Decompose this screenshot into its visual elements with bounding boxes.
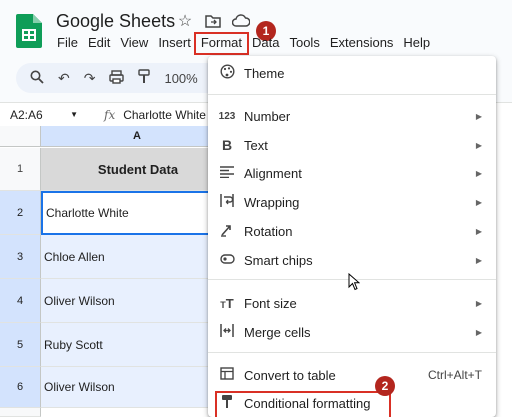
cell-a3[interactable]: Chloe Allen [41,235,233,279]
font-size-icon: TT [220,295,234,311]
undo-icon[interactable]: ↶ [58,70,70,87]
menu-edit[interactable]: Edit [83,34,115,52]
format-menu: Theme 123 Number ▶ B Text ▶ Alignment ▶ … [208,56,496,417]
document-title[interactable]: Google Sheets [56,11,175,32]
submenu-arrow-icon: ▶ [475,111,482,121]
menu-item-label: Convert to table [244,367,336,383]
bold-icon: B [221,137,233,153]
palette-icon [218,64,236,82]
menu-extensions[interactable]: Extensions [325,34,399,52]
menu-item-text[interactable]: B Text ▶ [208,132,496,158]
name-box[interactable]: A2:A6 ▼ [0,108,84,122]
menu-item-rotation[interactable]: Rotation ▶ [208,218,496,244]
submenu-arrow-icon: ▶ [475,140,482,150]
menu-item-number[interactable]: 123 Number ▶ [208,103,496,129]
menu-item-smart-chips[interactable]: Smart chips ▶ [208,247,496,273]
column-header-a[interactable]: A [41,126,233,147]
submenu-arrow-icon: ▶ [475,168,482,178]
merge-cells-icon [218,324,236,340]
row-header[interactable]: 4 [0,279,41,323]
smart-chip-icon [218,253,236,268]
menu-tools[interactable]: Tools [284,34,324,52]
google-sheets-logo-icon [16,14,42,48]
redo-icon[interactable]: ↷ [84,70,96,87]
menu-format[interactable]: Format [193,32,250,55]
star-icon[interactable]: ☆ [176,12,194,30]
submenu-arrow-icon: ▶ [475,255,482,265]
submenu-arrow-icon: ▶ [475,298,482,308]
cell-a6[interactable]: Oliver Wilson [41,367,233,408]
menu-bar: File Edit View Insert Format Data Tools … [52,32,435,55]
number-format-icon: 123 [218,110,236,122]
menu-item-label: Number [244,108,291,124]
row-header[interactable]: 5 [0,323,41,367]
menu-item-label: Font size [244,295,297,311]
menu-divider [208,352,496,353]
menu-file[interactable]: File [52,34,83,52]
menu-item-alignment[interactable]: Alignment ▶ [208,160,496,186]
menu-item-label: Conditional formatting [244,395,371,411]
toolbar: ↶ ↷ 100% [16,63,236,93]
menu-help[interactable]: Help [398,34,435,52]
menu-item-label: Merge cells [244,324,311,340]
print-icon[interactable] [109,69,125,87]
select-all-corner[interactable] [0,126,41,147]
menu-data[interactable]: Data [247,34,284,52]
formula-input[interactable]: Charlotte White [123,108,206,122]
menu-item-convert-to-table[interactable]: Convert to table Ctrl+Alt+T [208,362,496,388]
cell-a1[interactable]: Student Data [41,148,233,191]
menu-view[interactable]: View [115,34,153,52]
step-2-badge: 2 [375,376,395,396]
name-box-dropdown-icon[interactable]: ▼ [70,108,78,122]
text-wrap-icon [218,194,236,210]
menu-insert[interactable]: Insert [153,34,196,52]
cell-a2[interactable]: Charlotte White [41,191,233,235]
keyboard-shortcut: Ctrl+Alt+T [427,368,482,382]
menu-item-theme[interactable]: Theme [208,60,496,86]
submenu-arrow-icon: ▶ [475,327,482,337]
submenu-arrow-icon: ▶ [475,197,482,207]
text-rotation-icon [218,223,236,240]
paint-roller-icon [218,394,236,412]
cloud-status-icon[interactable] [232,12,250,30]
menu-item-label: Alignment [244,165,302,181]
align-left-icon [218,165,236,181]
cell-a5[interactable]: Ruby Scott [41,323,233,367]
row-header[interactable]: 3 [0,235,41,279]
fx-icon: fx [104,107,116,122]
row-header[interactable] [0,408,41,417]
paint-format-icon[interactable] [138,69,151,87]
menu-item-merge-cells[interactable]: Merge cells ▶ [208,319,496,345]
menu-divider [208,94,496,95]
cell-a4[interactable]: Oliver Wilson [41,279,233,323]
menu-item-label: Smart chips [244,252,313,268]
submenu-arrow-icon: ▶ [475,226,482,236]
menu-item-label: Wrapping [244,194,300,210]
move-folder-icon[interactable] [204,12,222,30]
mouse-pointer-icon [348,273,360,291]
menu-item-wrapping[interactable]: Wrapping ▶ [208,189,496,215]
name-box-value: A2:A6 [10,107,43,122]
menu-item-label: Theme [244,65,285,81]
table-icon [218,367,236,383]
zoom-select[interactable]: 100% [164,71,197,86]
menu-item-conditional-formatting[interactable]: Conditional formatting [208,390,496,417]
search-menus-icon[interactable] [30,70,44,87]
row-header[interactable]: 2 [0,191,41,235]
row-header[interactable]: 6 [0,367,41,408]
menu-item-label: Rotation [244,223,293,239]
menu-item-label: Text [244,137,268,153]
menu-item-font-size[interactable]: TT Font size ▶ [208,290,496,316]
row-header[interactable]: 1 [0,148,41,191]
